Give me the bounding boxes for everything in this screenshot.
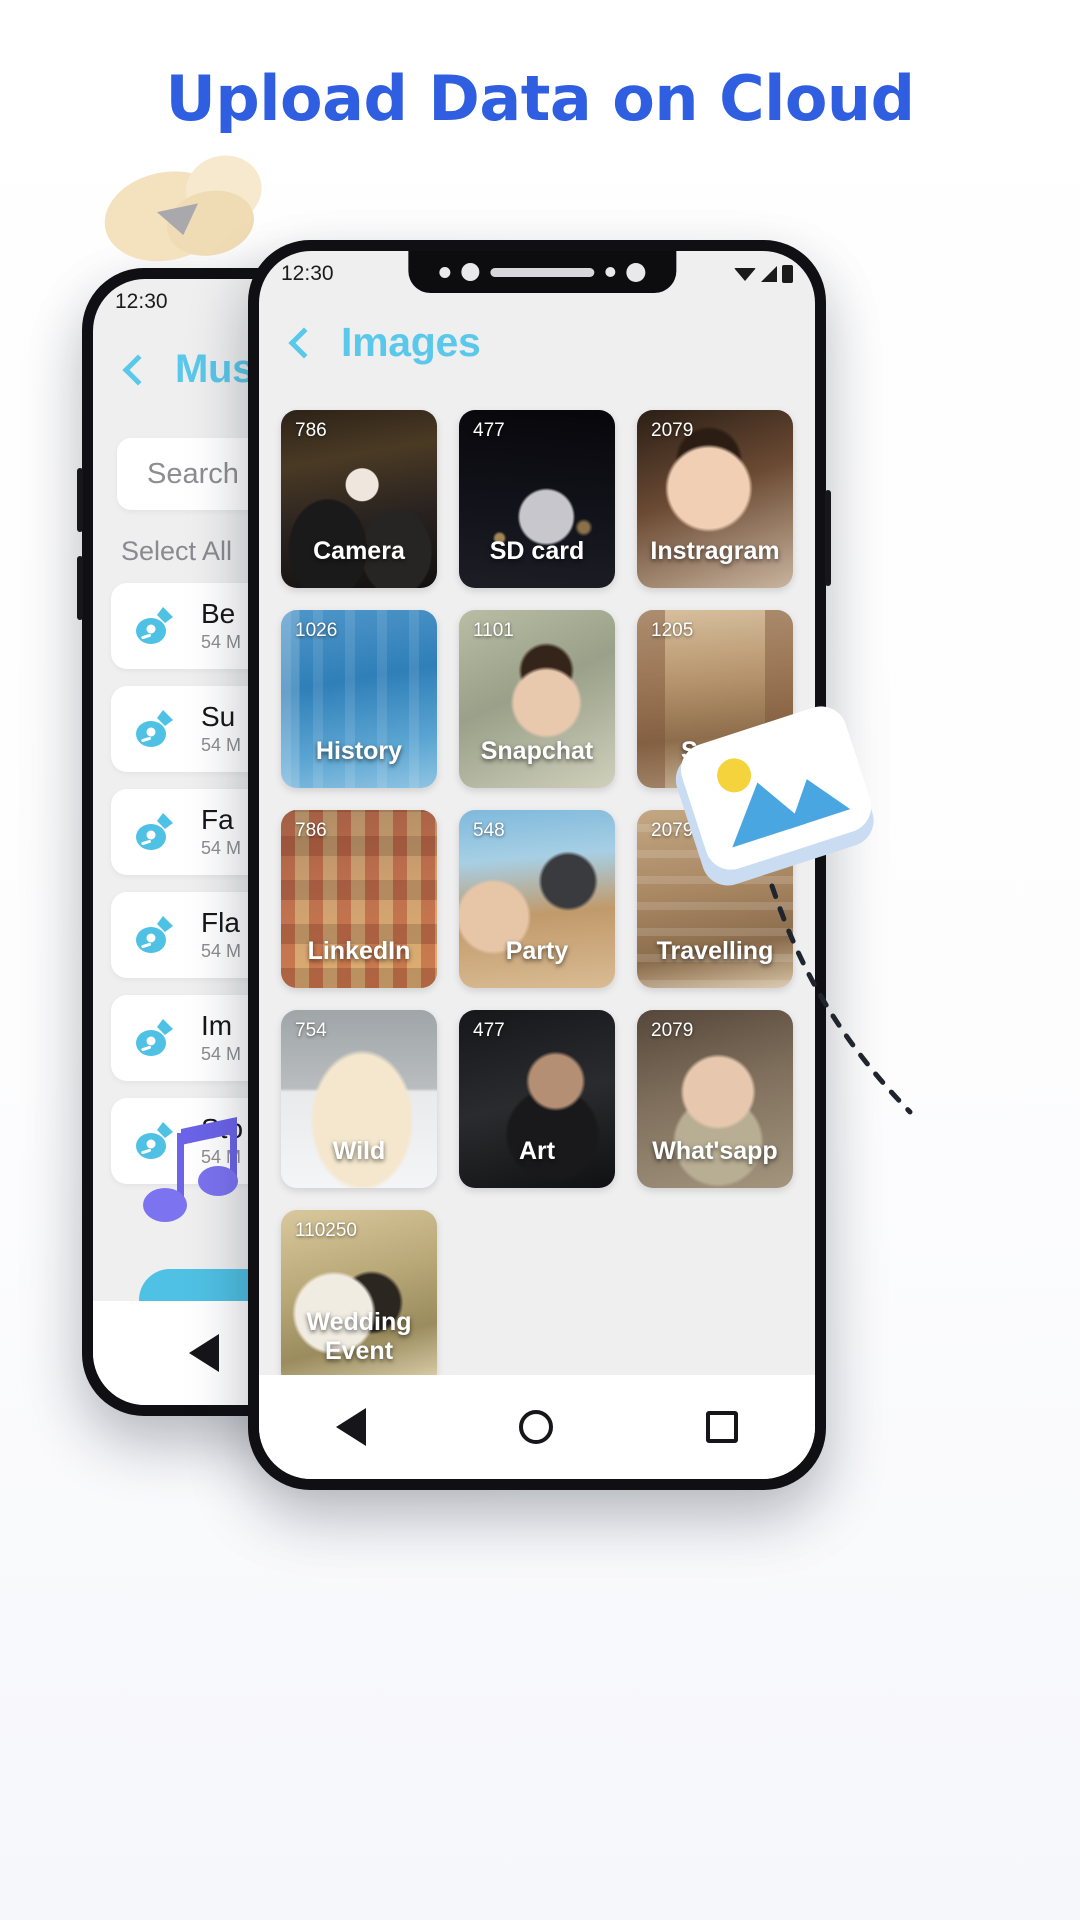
music-item-name: Fla [201, 906, 240, 938]
power-button[interactable] [825, 490, 831, 586]
album-count: 548 [473, 820, 505, 841]
image-album-tile[interactable]: 2079 Instragram [637, 410, 793, 588]
album-count: 110250 [295, 1220, 357, 1241]
image-album-tile[interactable]: 110250 Wedding Event [281, 1210, 437, 1388]
status-clock: 12:30 [281, 262, 334, 285]
album-label: LinkedIn [307, 937, 411, 965]
album-count: 754 [295, 1020, 327, 1041]
music-item-name: Fa [201, 803, 234, 835]
music-item-meta: Be 54 M [201, 597, 242, 654]
music-note-3d-icon [129, 1107, 259, 1237]
album-label: Wild [332, 1137, 386, 1165]
album-label: What'sapp [652, 1137, 778, 1165]
album-count: 1026 [295, 620, 338, 641]
battery-icon [782, 265, 793, 283]
guitar-icon [133, 1013, 179, 1064]
album-count: 1205 [651, 620, 694, 641]
guitar-icon [133, 910, 179, 961]
music-item-size: 54 M [201, 735, 242, 756]
page-title: Upload Data on Cloud [165, 62, 915, 135]
album-count: 477 [473, 420, 505, 441]
nav-recent-square-icon[interactable] [706, 1411, 739, 1443]
image-album-tile[interactable]: 1101 Snapchat [459, 610, 615, 788]
music-item-meta: Su 54 M [201, 700, 242, 757]
sensor-dot-icon [439, 266, 451, 278]
music-item-size: 54 M [201, 838, 242, 859]
album-label: Art [518, 1137, 556, 1165]
phone-notch [408, 251, 677, 293]
wifi-icon [734, 267, 756, 281]
album-label: Party [505, 937, 569, 965]
status-icons [734, 265, 793, 283]
poster-stage: Upload Data on Cloud 12:30 Music Search … [0, 0, 1080, 1920]
album-label: SD card [489, 537, 585, 565]
volume-up-button[interactable] [77, 468, 83, 532]
dotted-path-icon [760, 880, 920, 1140]
image-album-tile[interactable]: 786 LinkedIn [281, 810, 437, 988]
page-title-images: Images [341, 319, 481, 365]
music-item-meta: Fla 54 M [201, 906, 242, 963]
music-item-meta: Im 54 M [201, 1009, 242, 1066]
music-item-name: Be [201, 597, 236, 629]
album-label: Snapchat [480, 737, 594, 765]
music-item-meta: Fa 54 M [201, 803, 242, 860]
volume-down-button[interactable] [77, 556, 83, 620]
search-input-value: Search [147, 457, 239, 490]
status-clock: 12:30 [115, 290, 168, 313]
music-item-size: 54 M [201, 941, 242, 962]
signal-icon [761, 266, 777, 282]
chevron-left-icon[interactable] [288, 326, 320, 359]
front-camera-icon [461, 263, 480, 281]
image-album-tile[interactable]: 477 SD card [459, 410, 615, 588]
nav-back-triangle-icon[interactable] [335, 1408, 366, 1446]
album-label: Wedding Event [306, 1308, 412, 1365]
album-count: 2079 [651, 420, 694, 441]
guitar-icon [133, 601, 179, 652]
images-grid: 786 Camera 477 SD card 2079 Instragram 1026 His… [281, 410, 793, 1388]
chevron-left-icon[interactable] [122, 353, 154, 386]
music-item-name: Su [201, 700, 236, 732]
image-album-tile[interactable]: 786 Camera [281, 410, 437, 588]
image-album-tile[interactable]: 548 Party [459, 810, 615, 988]
guitar-icon [133, 704, 179, 755]
nav-home-circle-icon[interactable] [518, 1410, 553, 1444]
image-album-tile[interactable]: 477 Art [459, 1010, 615, 1188]
album-count: 786 [295, 820, 327, 841]
album-label: Camera [313, 537, 405, 565]
sensor-dot-icon [605, 267, 616, 277]
album-count: 477 [473, 1020, 505, 1041]
image-album-tile[interactable]: 1026 History [281, 610, 437, 788]
album-count: 2079 [651, 1020, 694, 1041]
proximity-sensor-icon [626, 262, 646, 282]
image-3d-icon [672, 706, 878, 896]
music-item-size: 54 M [201, 1044, 242, 1065]
images-app-header: Images [259, 297, 815, 382]
album-label: History [315, 737, 403, 765]
music-item-size: 54 M [201, 632, 242, 653]
nav-back-triangle-icon[interactable] [189, 1334, 219, 1372]
image-album-tile[interactable]: 754 Wild [281, 1010, 437, 1188]
album-count: 1101 [473, 620, 514, 641]
images-grid-scroll[interactable]: 786 Camera 477 SD card 2079 Instragram 1026 His… [259, 382, 815, 1417]
guitar-icon [133, 807, 179, 858]
album-count: 786 [295, 420, 327, 441]
images-nav-bar [259, 1375, 815, 1479]
music-item-name: Im [201, 1009, 233, 1041]
earpiece-speaker-icon [490, 267, 595, 277]
album-label: Instragram [650, 537, 780, 565]
